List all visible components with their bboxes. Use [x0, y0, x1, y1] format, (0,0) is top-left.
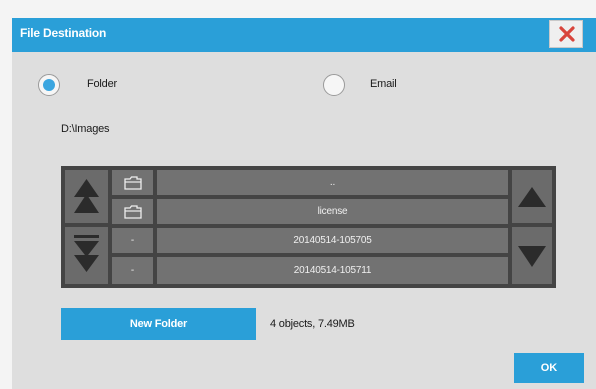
page-down-icon	[74, 235, 99, 272]
scroll-up-button[interactable]	[512, 170, 552, 223]
dialog-title: File Destination	[20, 26, 107, 40]
list-item[interactable]: license	[157, 199, 508, 224]
top-edge	[0, 0, 596, 18]
file-destination-dialog: File Destination Folder Email D:\Images	[0, 0, 596, 389]
page-down-button[interactable]	[65, 227, 108, 284]
folder-radio[interactable]	[38, 74, 60, 96]
scroll-down-button[interactable]	[512, 227, 552, 284]
folder-radio-selected-dot	[43, 79, 55, 91]
list-item[interactable]: ..	[157, 170, 508, 195]
list-item[interactable]: 20140514-105705	[157, 228, 508, 253]
row-type-marker: -	[112, 257, 153, 284]
scroll-up-icon	[518, 187, 546, 207]
folder-icon	[123, 204, 142, 219]
folder-label: Folder	[87, 78, 117, 90]
row-type-icon	[112, 199, 153, 224]
list-item[interactable]: 20140514-105711	[157, 257, 508, 284]
new-folder-button[interactable]: New Folder	[61, 308, 256, 340]
email-label: Email	[370, 78, 397, 90]
destination-path: D:\Images	[61, 123, 110, 135]
folder-summary: 4 objects, 7.49MB	[270, 318, 355, 330]
row-type-marker: -	[112, 228, 153, 253]
close-x-icon	[559, 26, 575, 42]
row-type-icon	[112, 170, 153, 195]
page-up-icon	[74, 179, 99, 213]
ok-button[interactable]: OK	[514, 353, 584, 383]
email-radio[interactable]	[323, 74, 345, 96]
close-button[interactable]	[549, 20, 583, 48]
title-bar: File Destination	[12, 18, 596, 52]
page-up-button[interactable]	[65, 170, 108, 223]
scroll-down-icon	[518, 246, 546, 267]
left-edge	[0, 0, 12, 389]
folder-icon	[123, 175, 142, 190]
file-browser: .. license - 20140514-105705 - 20140514-…	[61, 166, 556, 288]
